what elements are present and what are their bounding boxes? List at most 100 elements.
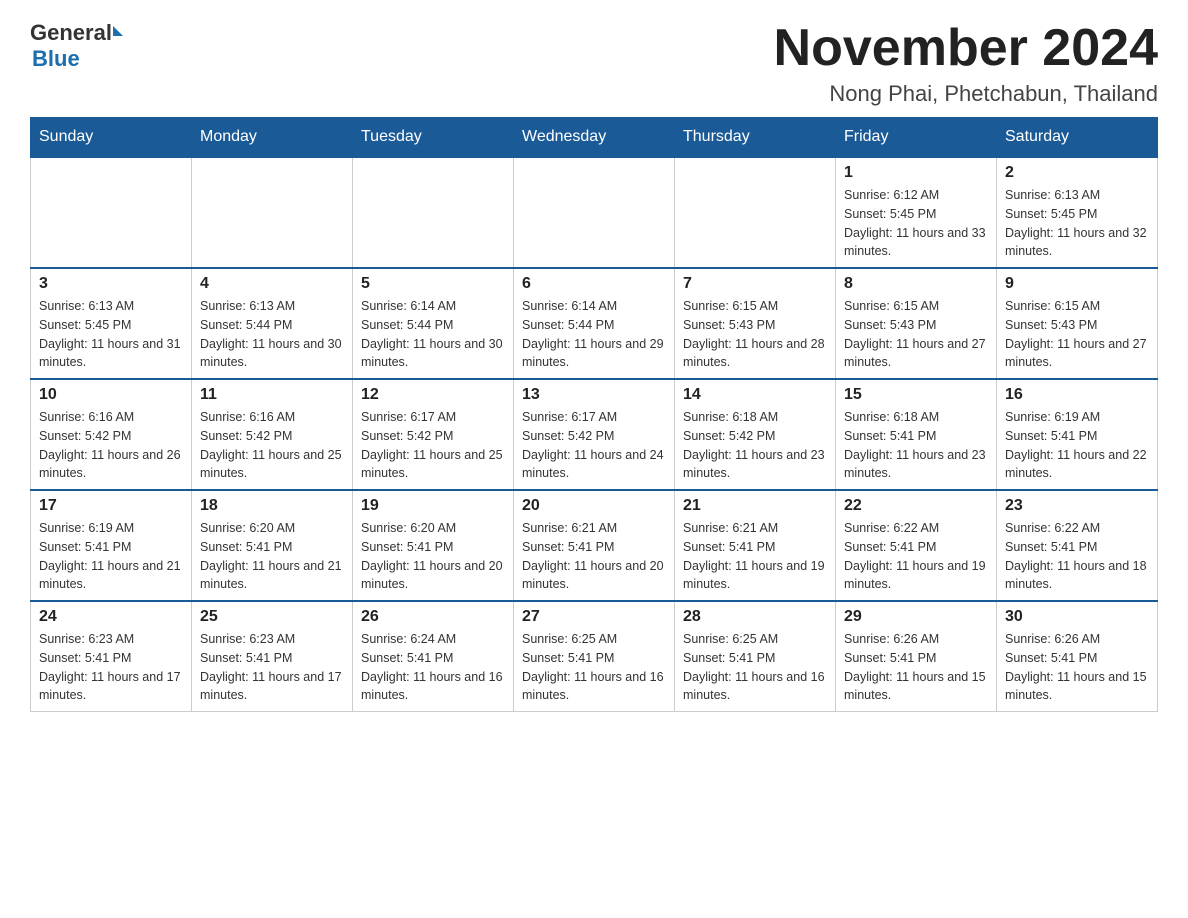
- day-info: Sunrise: 6:26 AM Sunset: 5:41 PM Dayligh…: [844, 630, 988, 705]
- day-number: 15: [844, 386, 988, 404]
- day-info: Sunrise: 6:16 AM Sunset: 5:42 PM Dayligh…: [39, 408, 183, 483]
- day-info: Sunrise: 6:13 AM Sunset: 5:44 PM Dayligh…: [200, 297, 344, 372]
- calendar-header-row: SundayMondayTuesdayWednesdayThursdayFrid…: [31, 118, 1158, 158]
- calendar-day-cell: 16 Sunrise: 6:19 AM Sunset: 5:41 PM Dayli…: [997, 379, 1158, 490]
- calendar-day-cell: 3Sunrise: 6:13 AM Sunset: 5:45 PM Daylig…: [31, 268, 192, 379]
- day-number: 4: [200, 275, 344, 293]
- calendar-day-header: Friday: [836, 118, 997, 158]
- day-number: 26: [361, 608, 505, 626]
- day-info: Sunrise: 6:14 AM Sunset: 5:44 PM Dayligh…: [522, 297, 666, 372]
- calendar-day-cell: 19Sunrise: 6:20 AM Sunset: 5:41 PM Dayli…: [353, 490, 514, 601]
- day-info: Sunrise: 6:22 AM Sunset: 5:41 PM Dayligh…: [844, 519, 988, 594]
- calendar-week-row: 3Sunrise: 6:13 AM Sunset: 5:45 PM Daylig…: [31, 268, 1158, 379]
- calendar-day-header: Sunday: [31, 118, 192, 158]
- day-info: Sunrise: 6:13 AM Sunset: 5:45 PM Dayligh…: [39, 297, 183, 372]
- calendar-day-cell: 15 Sunrise: 6:18 AM Sunset: 5:41 PM Dayli…: [836, 379, 997, 490]
- day-number: 30: [1005, 608, 1149, 626]
- calendar-day-cell: 10 Sunrise: 6:16 AM Sunset: 5:42 PM Dayli…: [31, 379, 192, 490]
- calendar-day-cell: 25 Sunrise: 6:23 AM Sunset: 5:41 PM Dayli…: [192, 601, 353, 712]
- calendar-day-cell: 8 Sunrise: 6:15 AM Sunset: 5:43 PM Daylig…: [836, 268, 997, 379]
- calendar-day-cell: 7 Sunrise: 6:15 AM Sunset: 5:43 PM Daylig…: [675, 268, 836, 379]
- day-info: Sunrise: 6:23 AM Sunset: 5:41 PM Dayligh…: [200, 630, 344, 705]
- title-block: November 2024 Nong Phai, Phetchabun, Tha…: [774, 20, 1158, 107]
- day-info: Sunrise: 6:13 AM Sunset: 5:45 PM Dayligh…: [1005, 186, 1149, 261]
- calendar-day-cell: 26 Sunrise: 6:24 AM Sunset: 5:41 PM Dayli…: [353, 601, 514, 712]
- day-info: Sunrise: 6:15 AM Sunset: 5:43 PM Dayligh…: [844, 297, 988, 372]
- calendar-week-row: 1 Sunrise: 6:12 AM Sunset: 5:45 PM Daylig…: [31, 157, 1158, 268]
- day-number: 19: [361, 497, 505, 515]
- calendar-week-row: 17 Sunrise: 6:19 AM Sunset: 5:41 PM Dayli…: [31, 490, 1158, 601]
- day-number: 20: [522, 497, 666, 515]
- day-info: Sunrise: 6:16 AM Sunset: 5:42 PM Dayligh…: [200, 408, 344, 483]
- day-number: 1: [844, 164, 988, 182]
- day-number: 14: [683, 386, 827, 404]
- calendar-day-cell: [353, 157, 514, 268]
- day-number: 29: [844, 608, 988, 626]
- day-number: 21: [683, 497, 827, 515]
- calendar-day-cell: 30 Sunrise: 6:26 AM Sunset: 5:41 PM Dayli…: [997, 601, 1158, 712]
- day-number: 17: [39, 497, 183, 515]
- calendar-day-header: Wednesday: [514, 118, 675, 158]
- day-info: Sunrise: 6:15 AM Sunset: 5:43 PM Dayligh…: [683, 297, 827, 372]
- calendar-day-cell: 29 Sunrise: 6:26 AM Sunset: 5:41 PM Dayli…: [836, 601, 997, 712]
- day-info: Sunrise: 6:19 AM Sunset: 5:41 PM Dayligh…: [39, 519, 183, 594]
- calendar-day-cell: [514, 157, 675, 268]
- day-number: 23: [1005, 497, 1149, 515]
- day-info: Sunrise: 6:21 AM Sunset: 5:41 PM Dayligh…: [683, 519, 827, 594]
- day-number: 5: [361, 275, 505, 293]
- day-number: 12: [361, 386, 505, 404]
- calendar-day-cell: [31, 157, 192, 268]
- day-number: 18: [200, 497, 344, 515]
- calendar-day-cell: 23 Sunrise: 6:22 AM Sunset: 5:41 PM Dayli…: [997, 490, 1158, 601]
- logo-blue-text: Blue: [32, 46, 80, 72]
- day-number: 28: [683, 608, 827, 626]
- day-info: Sunrise: 6:24 AM Sunset: 5:41 PM Dayligh…: [361, 630, 505, 705]
- day-number: 8: [844, 275, 988, 293]
- day-info: Sunrise: 6:15 AM Sunset: 5:43 PM Dayligh…: [1005, 297, 1149, 372]
- calendar-day-cell: 17 Sunrise: 6:19 AM Sunset: 5:41 PM Dayli…: [31, 490, 192, 601]
- calendar-day-cell: [192, 157, 353, 268]
- day-info: Sunrise: 6:19 AM Sunset: 5:41 PM Dayligh…: [1005, 408, 1149, 483]
- calendar-week-row: 10 Sunrise: 6:16 AM Sunset: 5:42 PM Dayli…: [31, 379, 1158, 490]
- day-info: Sunrise: 6:23 AM Sunset: 5:41 PM Dayligh…: [39, 630, 183, 705]
- day-number: 27: [522, 608, 666, 626]
- day-info: Sunrise: 6:17 AM Sunset: 5:42 PM Dayligh…: [361, 408, 505, 483]
- calendar-day-cell: 18Sunrise: 6:20 AM Sunset: 5:41 PM Dayli…: [192, 490, 353, 601]
- calendar-subtitle: Nong Phai, Phetchabun, Thailand: [774, 81, 1158, 107]
- day-info: Sunrise: 6:21 AM Sunset: 5:41 PM Dayligh…: [522, 519, 666, 594]
- day-number: 6: [522, 275, 666, 293]
- day-info: Sunrise: 6:12 AM Sunset: 5:45 PM Dayligh…: [844, 186, 988, 261]
- calendar-day-cell: 6 Sunrise: 6:14 AM Sunset: 5:44 PM Daylig…: [514, 268, 675, 379]
- calendar-day-cell: 27 Sunrise: 6:25 AM Sunset: 5:41 PM Dayli…: [514, 601, 675, 712]
- calendar-week-row: 24Sunrise: 6:23 AM Sunset: 5:41 PM Dayli…: [31, 601, 1158, 712]
- calendar-day-cell: 5Sunrise: 6:14 AM Sunset: 5:44 PM Daylig…: [353, 268, 514, 379]
- calendar-day-cell: 21 Sunrise: 6:21 AM Sunset: 5:41 PM Dayli…: [675, 490, 836, 601]
- page-header: General Blue November 2024 Nong Phai, Ph…: [30, 20, 1158, 107]
- calendar-day-cell: 9Sunrise: 6:15 AM Sunset: 5:43 PM Daylig…: [997, 268, 1158, 379]
- calendar-day-cell: 2 Sunrise: 6:13 AM Sunset: 5:45 PM Daylig…: [997, 157, 1158, 268]
- day-info: Sunrise: 6:17 AM Sunset: 5:42 PM Dayligh…: [522, 408, 666, 483]
- calendar-title: November 2024: [774, 20, 1158, 77]
- day-number: 2: [1005, 164, 1149, 182]
- logo-triangle-icon: [113, 26, 123, 36]
- day-info: Sunrise: 6:26 AM Sunset: 5:41 PM Dayligh…: [1005, 630, 1149, 705]
- day-number: 22: [844, 497, 988, 515]
- day-info: Sunrise: 6:18 AM Sunset: 5:41 PM Dayligh…: [844, 408, 988, 483]
- day-number: 25: [200, 608, 344, 626]
- calendar-day-header: Tuesday: [353, 118, 514, 158]
- day-number: 16: [1005, 386, 1149, 404]
- calendar-day-header: Saturday: [997, 118, 1158, 158]
- day-info: Sunrise: 6:25 AM Sunset: 5:41 PM Dayligh…: [522, 630, 666, 705]
- calendar-day-cell: 1 Sunrise: 6:12 AM Sunset: 5:45 PM Daylig…: [836, 157, 997, 268]
- day-number: 7: [683, 275, 827, 293]
- calendar-day-cell: 22 Sunrise: 6:22 AM Sunset: 5:41 PM Dayli…: [836, 490, 997, 601]
- logo-general-text: General: [30, 20, 112, 46]
- day-info: Sunrise: 6:25 AM Sunset: 5:41 PM Dayligh…: [683, 630, 827, 705]
- calendar-table: SundayMondayTuesdayWednesdayThursdayFrid…: [30, 117, 1158, 712]
- calendar-day-cell: 24Sunrise: 6:23 AM Sunset: 5:41 PM Dayli…: [31, 601, 192, 712]
- calendar-day-cell: [675, 157, 836, 268]
- day-info: Sunrise: 6:18 AM Sunset: 5:42 PM Dayligh…: [683, 408, 827, 483]
- calendar-day-cell: 20 Sunrise: 6:21 AM Sunset: 5:41 PM Dayli…: [514, 490, 675, 601]
- day-number: 10: [39, 386, 183, 404]
- day-info: Sunrise: 6:22 AM Sunset: 5:41 PM Dayligh…: [1005, 519, 1149, 594]
